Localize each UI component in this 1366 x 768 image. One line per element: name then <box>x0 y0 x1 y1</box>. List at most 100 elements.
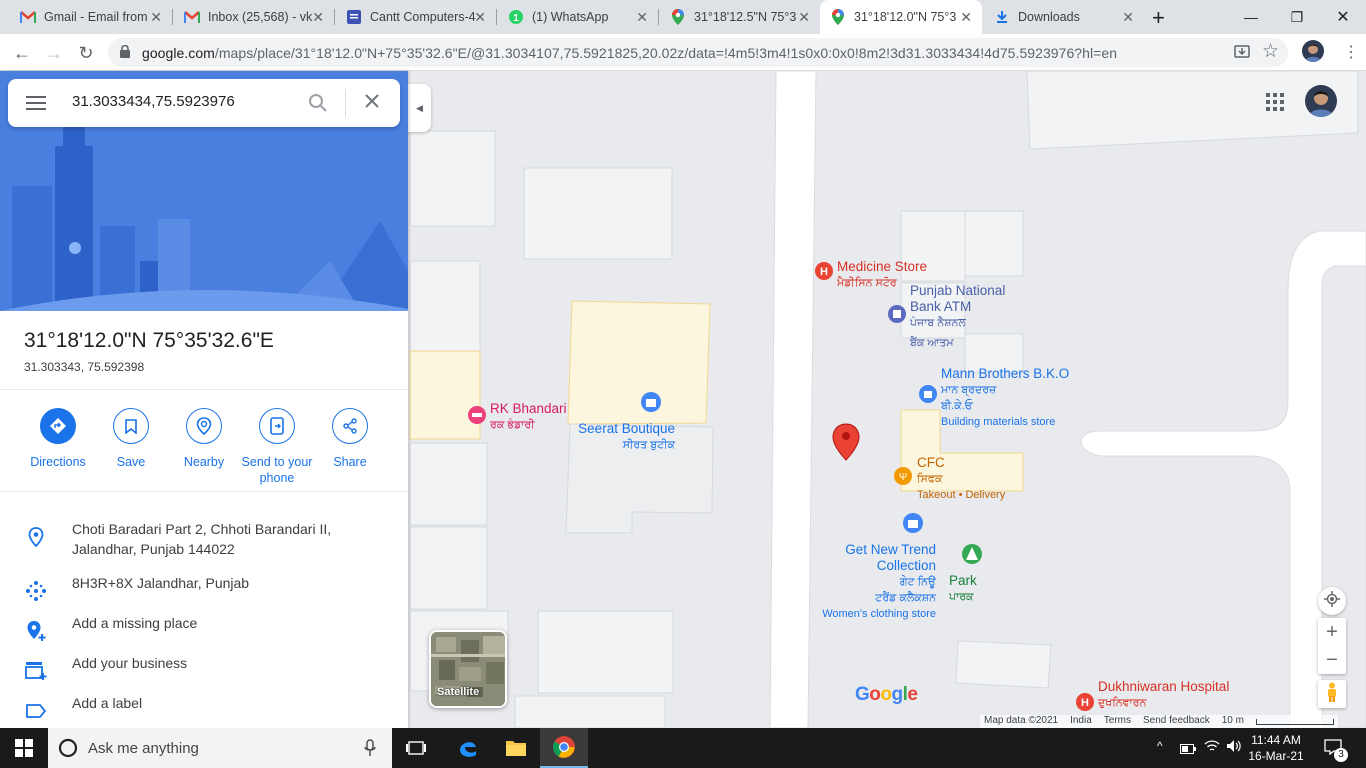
poi-cfc[interactable]: CFC ਸਿਫਕ Takeout • Delivery <box>917 455 1005 503</box>
atm-marker[interactable] <box>888 305 906 323</box>
poi-mann-brothers[interactable]: Mann Brothers B.K.O ਮਾਨ ਬ੍ਰਦਰਜ਼ ਬੀ.ਕੇ.ਓ … <box>941 366 1069 430</box>
file-explorer-taskbar-button[interactable] <box>492 728 540 768</box>
apps-grid-icon[interactable] <box>1266 93 1284 116</box>
poi-name: Punjab National Bank ATM <box>910 283 1006 314</box>
poi-rk-bhandari[interactable]: RK Bhandari ਰਕ ਭੰਡਾਰੀ <box>490 401 567 433</box>
zoom-out-button[interactable]: − <box>1326 646 1338 674</box>
wifi-icon[interactable] <box>1204 739 1220 758</box>
edge-taskbar-button[interactable] <box>444 728 492 768</box>
svg-text:1: 1 <box>513 13 519 24</box>
plus-code-row[interactable]: 8H3R+8X Jalandhar, Punjab <box>0 569 408 609</box>
add-place-icon <box>24 619 48 643</box>
rk-bhandari-marker[interactable] <box>468 406 486 424</box>
reload-button[interactable]: ↻ <box>72 39 100 67</box>
svg-text:H: H <box>820 266 828 278</box>
tab-cantt-computers[interactable]: Cantt Computers-4 ✕ <box>336 0 496 34</box>
label-icon <box>24 699 48 723</box>
clear-search-icon[interactable] <box>364 93 380 114</box>
close-icon[interactable]: ✕ <box>1122 9 1134 26</box>
back-button[interactable]: ← <box>8 39 36 67</box>
search-icon[interactable] <box>308 93 328 118</box>
close-icon[interactable]: ✕ <box>636 9 648 26</box>
park-marker[interactable] <box>962 544 982 564</box>
close-window-button[interactable]: ✕ <box>1320 0 1366 34</box>
map-data-credit: Map data ©2021 <box>984 715 1059 726</box>
close-icon[interactable]: ✕ <box>150 9 162 26</box>
battery-icon[interactable] <box>1180 741 1196 759</box>
plus-code-text: 8H3R+8X Jalandhar, Punjab <box>72 575 250 591</box>
address-bar[interactable]: google.com/maps/place/31°18'12.0"N+75°35… <box>108 38 1288 67</box>
avatar[interactable] <box>1302 40 1324 62</box>
forward-button[interactable]: → <box>40 39 68 67</box>
task-view-button[interactable] <box>392 728 440 768</box>
send-feedback-link[interactable]: Send feedback <box>1143 715 1210 728</box>
chrome-taskbar-button[interactable] <box>540 728 588 768</box>
location-icon <box>24 525 48 549</box>
seerat-boutique-marker[interactable] <box>641 392 661 412</box>
new-tab-button[interactable]: + <box>1152 5 1165 31</box>
microphone-icon[interactable] <box>364 739 376 762</box>
share-button[interactable]: Share <box>313 408 387 470</box>
tab-title: Cantt Computers-4 <box>370 10 476 24</box>
poi-get-new-trend-collection[interactable]: Get New Trend Collection ਗੇਟ ਨਿਊ ਟਰੈਂਡ ਕ… <box>818 542 936 622</box>
collapse-panel-button[interactable]: ◀ <box>408 84 431 132</box>
send-to-phone-button[interactable]: Send to your phone <box>240 408 314 486</box>
download-icon <box>994 9 1010 25</box>
menu-icon[interactable] <box>26 96 46 115</box>
lock-icon[interactable] <box>120 44 130 63</box>
cfc-marker[interactable]: Ψ <box>894 467 912 485</box>
close-icon[interactable]: ✕ <box>960 9 972 26</box>
minimize-button[interactable]: — <box>1228 0 1274 34</box>
region-link[interactable]: India <box>1070 715 1092 728</box>
tab-title: Inbox (25,568) - vk <box>208 10 313 24</box>
tab-maps-active[interactable]: 31°18'12.0"N 75°3 ✕ <box>820 0 982 34</box>
poi-name: RK Bhandari <box>490 401 567 416</box>
tab-inbox[interactable]: Inbox (25,568) - vk ✕ <box>174 0 334 34</box>
install-icon[interactable] <box>1234 44 1250 65</box>
directions-button[interactable]: Directions <box>21 408 95 470</box>
close-icon[interactable]: ✕ <box>798 9 810 26</box>
zoom-in-button[interactable]: + <box>1326 618 1338 646</box>
tab-downloads[interactable]: Downloads ✕ <box>984 0 1144 34</box>
terms-link[interactable]: Terms <box>1104 715 1131 728</box>
poi-local-name: ਟਰੈਂਡ ਕਲੈਕਸ਼ਨ <box>875 592 936 604</box>
street-view-pegman[interactable] <box>1318 680 1346 708</box>
scale-label[interactable]: 10 m <box>1222 715 1244 728</box>
hospital-marker[interactable]: H <box>1076 693 1094 711</box>
windows-taskbar: Ask me anything ^ 11:44 AM 16-Mar-21 3 <box>0 728 1366 768</box>
add-label-row[interactable]: Add a label <box>0 689 408 728</box>
restore-button[interactable]: ❐ <box>1274 0 1320 34</box>
store-marker[interactable] <box>919 385 937 403</box>
map-attribution: Map data ©2021 India Terms Send feedback… <box>980 715 1338 728</box>
poi-seerat-boutique[interactable]: Seerat Boutique ਸੀਰਤ ਬੁਟੀਕ <box>575 421 675 453</box>
tab-whatsapp[interactable]: 1 (1) WhatsApp ✕ <box>498 0 658 34</box>
windows-start-button[interactable] <box>0 728 48 768</box>
poi-punjab-national-bank[interactable]: Punjab National Bank ATM ਪੰਜਾਬ ਨੈਸ਼ਨਲ ਬੈ… <box>910 283 1030 351</box>
add-business-row[interactable]: Add your business <box>0 649 408 689</box>
taskbar-clock[interactable]: 11:44 AM 16-Mar-21 <box>1245 732 1307 764</box>
save-button[interactable]: Save <box>94 408 168 470</box>
more-icon[interactable]: ⋮ <box>1343 42 1359 62</box>
chevron-up-icon[interactable]: ^ <box>1157 739 1163 753</box>
account-avatar[interactable] <box>1305 85 1337 117</box>
tab-maps-1[interactable]: 31°18'12.5"N 75°3 ✕ <box>660 0 820 34</box>
tab-gmail[interactable]: Gmail - Email from ✕ <box>10 0 172 34</box>
my-location-button[interactable] <box>1318 587 1346 615</box>
address-row[interactable]: Choti Baradari Part 2, Chhoti Barandari … <box>0 515 408 563</box>
poi-name: Dukhniwaran Hospital <box>1098 679 1230 694</box>
poi-dukhniwaran-hospital[interactable]: Dukhniwaran Hospital ਦੁਖਨਿਵਾਰਨ <box>1098 679 1229 711</box>
search-input[interactable] <box>72 93 292 110</box>
satellite-layer-button[interactable]: Satellite <box>429 630 507 708</box>
nearby-button[interactable]: Nearby <box>167 408 241 470</box>
add-missing-place-row[interactable]: Add a missing place <box>0 609 408 649</box>
clock-time: 11:44 AM <box>1251 733 1301 747</box>
close-icon[interactable]: ✕ <box>312 9 324 26</box>
clothing-store-marker[interactable] <box>903 513 923 533</box>
volume-icon[interactable] <box>1226 739 1242 758</box>
star-icon[interactable]: ☆ <box>1262 40 1279 63</box>
poi-park[interactable]: Park ਪਾਰਕ <box>949 573 977 605</box>
taskbar-search[interactable]: Ask me anything <box>48 728 392 768</box>
plus-code-icon <box>24 579 48 603</box>
medicine-store-marker[interactable]: H <box>815 262 833 280</box>
close-icon[interactable]: ✕ <box>474 9 486 26</box>
